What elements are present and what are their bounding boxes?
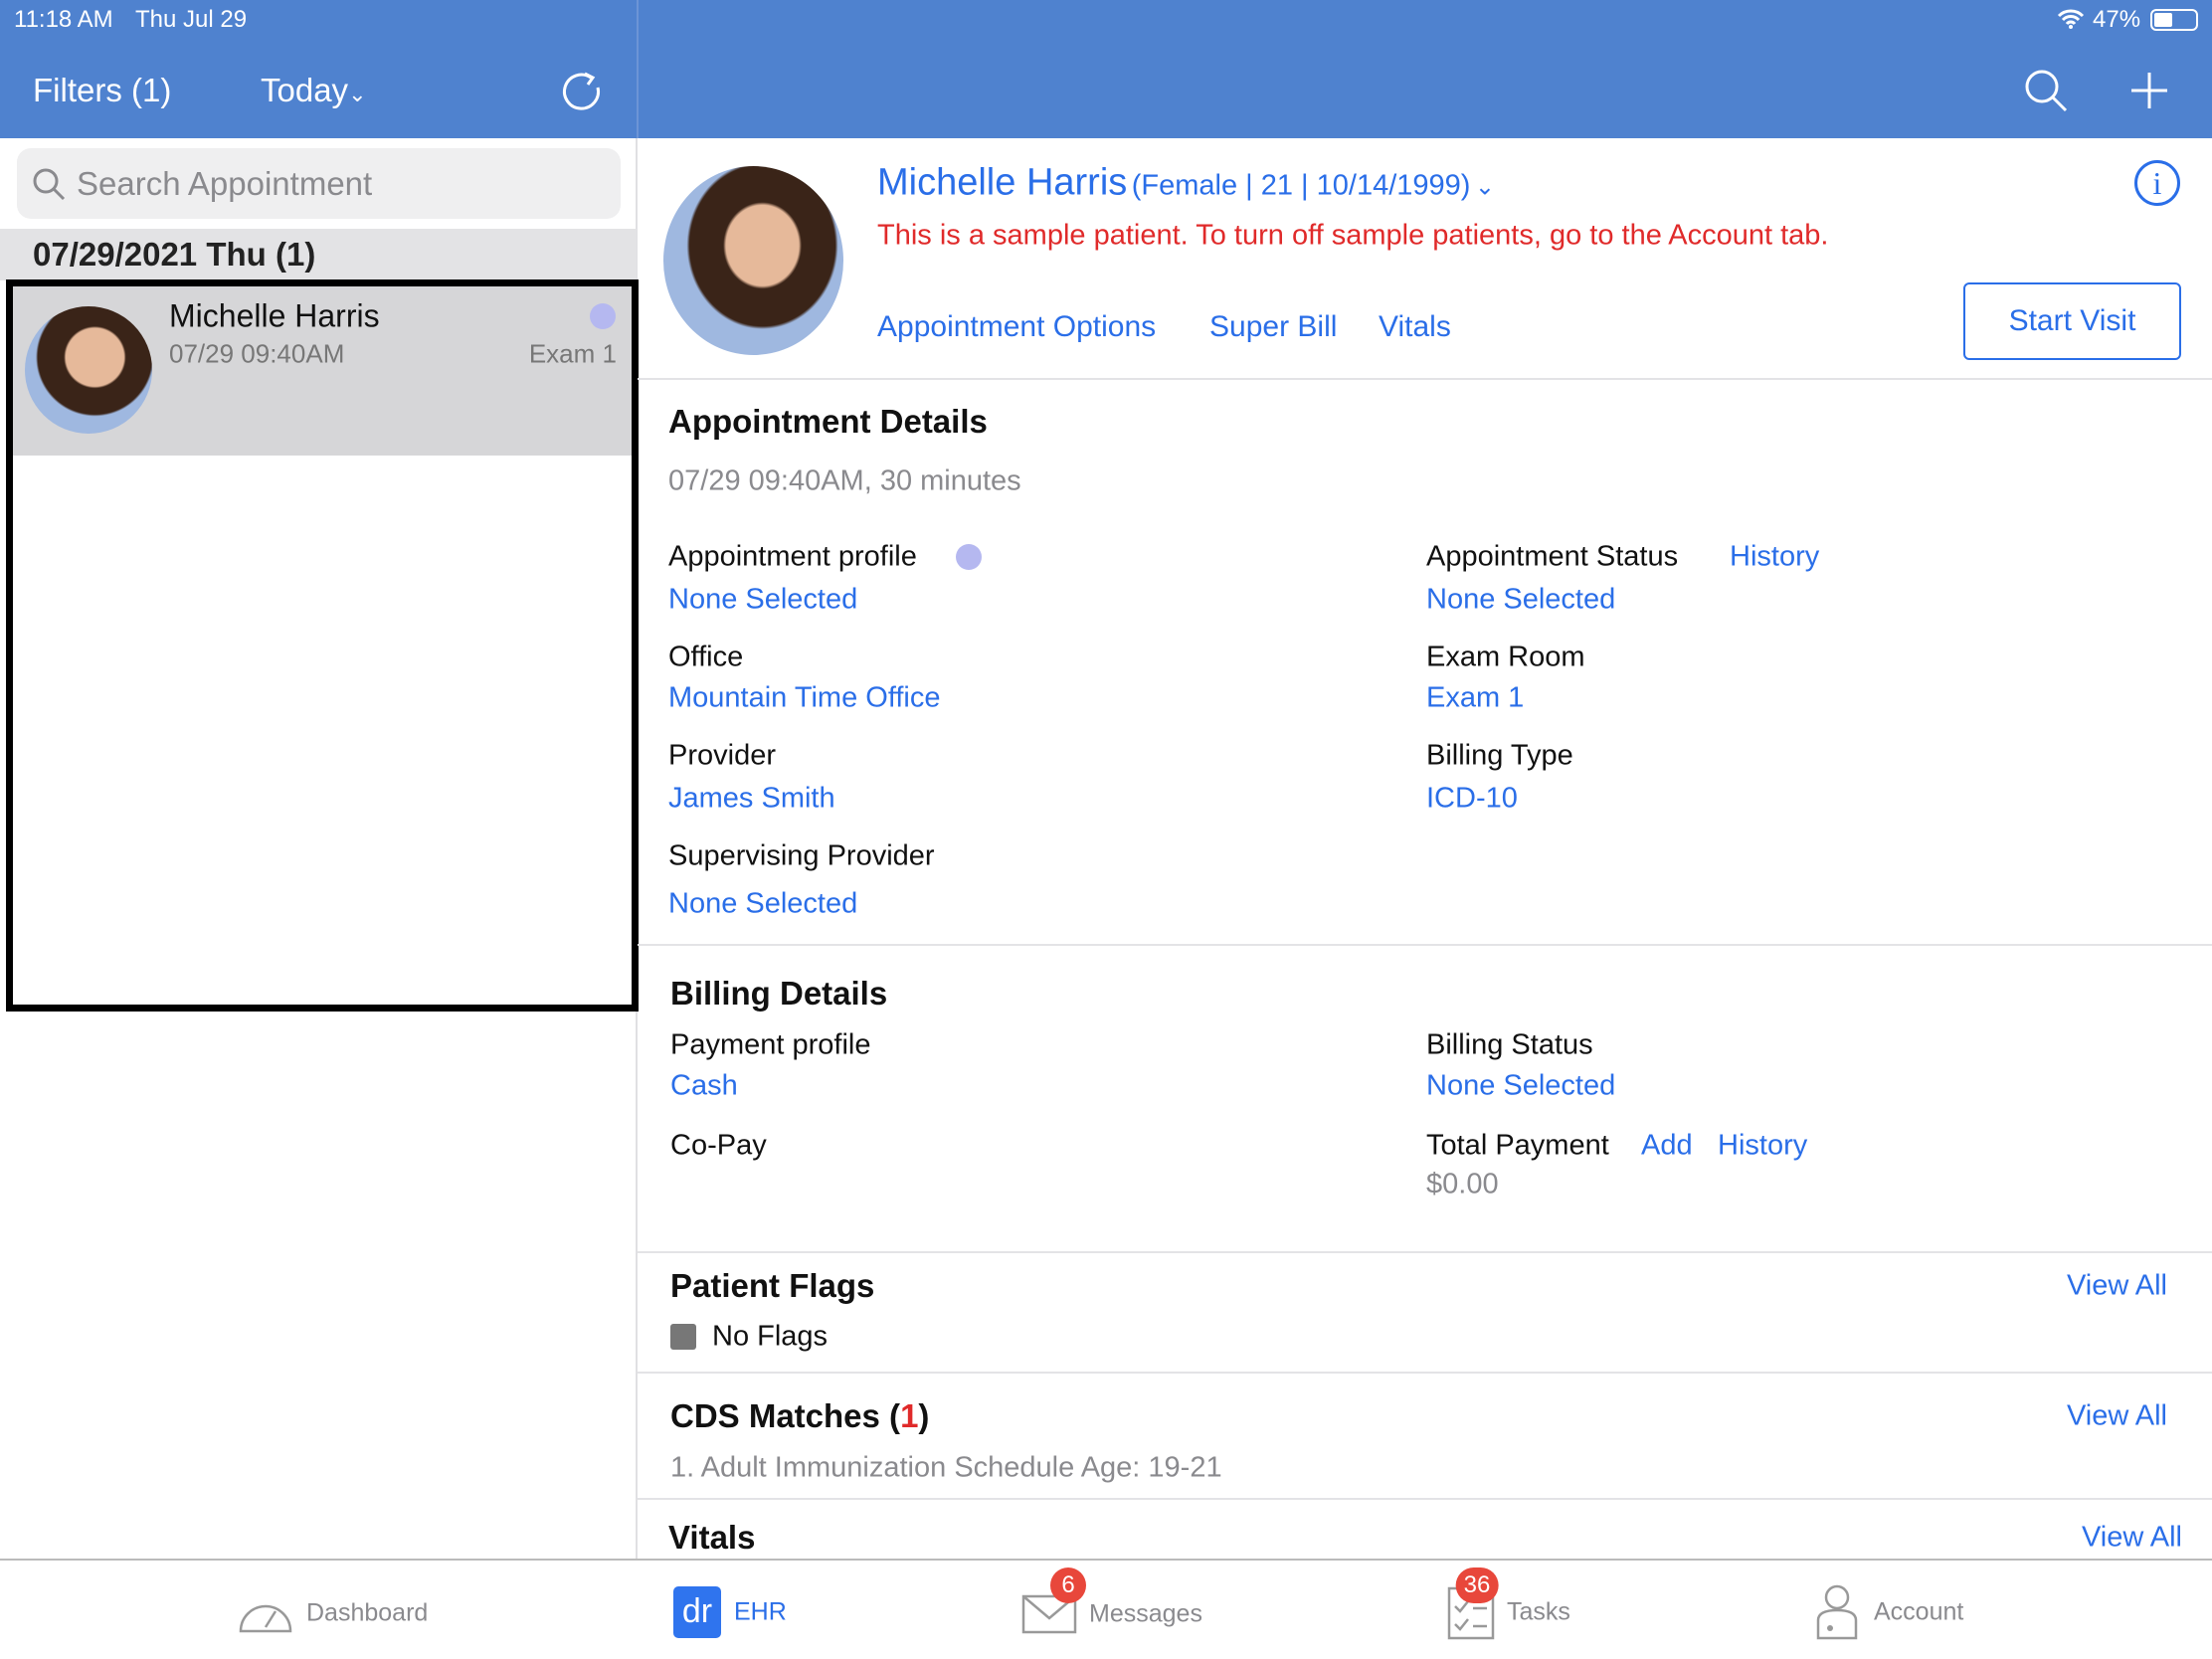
office-label: Office: [668, 641, 744, 673]
flags-view-all-link[interactable]: View All: [2067, 1270, 2167, 1303]
no-flags-text: No Flags: [712, 1320, 829, 1353]
divider: [638, 1372, 2212, 1374]
status-history-link[interactable]: History: [1730, 541, 1819, 574]
appointment-profile-label: Appointment profile: [668, 540, 917, 573]
billing-status-label: Billing Status: [1426, 1028, 1593, 1061]
appointment-details-heading: Appointment Details: [668, 403, 988, 440]
tab-label: Messages: [1089, 1599, 1202, 1628]
search-input[interactable]: Search Appointment: [17, 148, 621, 219]
patient-meta: (Female | 21 | 10/14/1999): [1131, 169, 1471, 202]
tab-label: EHR: [734, 1597, 787, 1626]
appointment-status-label: Appointment Status: [1426, 540, 1679, 573]
appointment-profile-value[interactable]: None Selected: [668, 584, 857, 617]
account-doctor-icon: [1816, 1584, 1858, 1640]
total-payment-label: Total Payment: [1426, 1129, 1609, 1162]
vitals-link[interactable]: Vitals: [1379, 310, 1451, 344]
add-icon[interactable]: [2129, 71, 2169, 110]
exam-room-value[interactable]: Exam 1: [1426, 682, 1524, 715]
dashboard-gauge-icon: [239, 1604, 292, 1633]
divider: [638, 378, 2212, 380]
billing-details-heading: Billing Details: [670, 975, 888, 1012]
filters-button[interactable]: Filters (1): [33, 72, 171, 109]
vitals-heading: Vitals: [668, 1519, 756, 1556]
today-label: Today: [261, 72, 349, 108]
provider-value[interactable]: James Smith: [668, 783, 835, 816]
divider: [638, 1251, 2212, 1253]
search-icon[interactable]: [2023, 68, 2069, 113]
cds-match-item[interactable]: 1. Adult Immunization Schedule Age: 19-2…: [670, 1452, 1222, 1485]
tab-label: Tasks: [1507, 1597, 1570, 1626]
info-icon[interactable]: i: [2134, 160, 2180, 206]
patient-flags-heading: Patient Flags: [670, 1267, 875, 1304]
messages-badge: 6: [1050, 1567, 1086, 1603]
tab-label: Account: [1874, 1597, 1964, 1626]
flag-square-icon: [670, 1324, 696, 1350]
wifi-icon: [2057, 9, 2085, 29]
sample-notice: This is a sample patient. To turn off sa…: [877, 219, 1829, 252]
highlight-frame: [6, 279, 639, 1012]
add-payment-link[interactable]: Add: [1641, 1130, 1693, 1163]
cds-count: 1: [900, 1397, 919, 1434]
appointment-status-value[interactable]: None Selected: [1426, 584, 1615, 617]
copay-label: Co-Pay: [670, 1129, 767, 1162]
search-placeholder: Search Appointment: [77, 164, 373, 202]
profile-color-dot: [956, 544, 982, 570]
patient-name: Michelle Harris: [877, 161, 1128, 204]
payment-profile-value[interactable]: Cash: [670, 1070, 738, 1103]
billing-type-value[interactable]: ICD-10: [1426, 783, 1518, 816]
divider: [638, 944, 2212, 946]
ehr-logo-icon: dr: [673, 1586, 721, 1638]
patient-photo: [663, 166, 843, 355]
payment-history-link[interactable]: History: [1718, 1130, 1807, 1163]
exam-room-label: Exam Room: [1426, 641, 1585, 673]
start-visit-button[interactable]: Start Visit: [1963, 282, 2181, 360]
cds-matches-heading: CDS Matches (1): [670, 1397, 929, 1435]
super-bill-link[interactable]: Super Bill: [1209, 310, 1337, 344]
header-divider: [637, 0, 639, 138]
office-value[interactable]: Mountain Time Office: [668, 682, 940, 715]
battery-icon: [2150, 9, 2198, 31]
tasks-badge: 36: [1455, 1567, 1499, 1603]
chevron-down-icon: ⌄: [1474, 173, 1496, 201]
patient-header[interactable]: Michelle Harris (Female | 21 | 10/14/199…: [877, 162, 1495, 205]
date-header: 07/29/2021 Thu (1): [0, 229, 637, 280]
header-bar: [0, 0, 2212, 138]
refresh-icon[interactable]: [561, 70, 603, 111]
cds-view-all-link[interactable]: View All: [2067, 1400, 2167, 1433]
payment-profile-label: Payment profile: [670, 1028, 871, 1061]
battery-percent: 47%: [2093, 6, 2141, 33]
search-icon: [33, 168, 66, 201]
appointment-time: 07/29 09:40AM, 30 minutes: [668, 464, 1021, 497]
total-payment-value: $0.00: [1426, 1168, 1499, 1200]
status-date: Thu Jul 29: [135, 6, 248, 33]
chevron-down-icon: ⌄: [348, 82, 367, 106]
tab-label: Dashboard: [306, 1598, 429, 1627]
today-dropdown[interactable]: Today⌄: [261, 72, 367, 109]
appointment-options-link[interactable]: Appointment Options: [877, 310, 1156, 344]
supervising-provider-label: Supervising Provider: [668, 839, 935, 872]
cds-title: CDS Matches (: [670, 1397, 901, 1434]
cds-title-end: ): [918, 1397, 930, 1434]
provider-label: Provider: [668, 739, 776, 772]
date-header-label: 07/29/2021 Thu (1): [33, 236, 316, 273]
billing-status-value[interactable]: None Selected: [1426, 1070, 1615, 1103]
supervising-provider-value[interactable]: None Selected: [668, 888, 857, 921]
status-time: 11:18 AM: [14, 6, 113, 33]
billing-type-label: Billing Type: [1426, 739, 1573, 772]
vitals-view-all-link[interactable]: View All: [2082, 1522, 2182, 1555]
divider: [638, 1498, 2212, 1500]
